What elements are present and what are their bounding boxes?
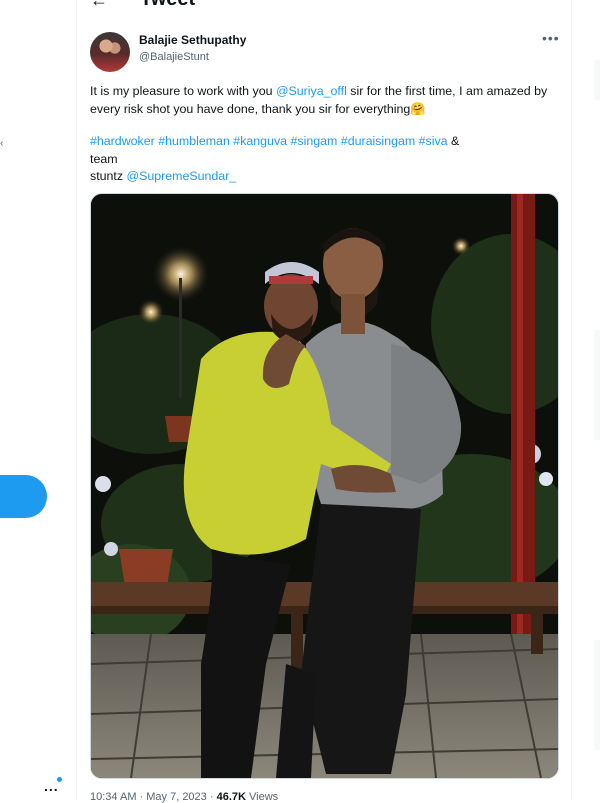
tweet-text: It is my pleasure to work with you @Suri… [90,83,560,118]
right-sidebar-edge [590,0,600,800]
author-handle[interactable]: @BalajieStunt [139,51,209,63]
back-arrow-icon[interactable]: ← [90,0,108,11]
more-options-icon[interactable]: ••• [542,30,560,46]
hug-emoji: 🤗 [410,101,426,116]
views-label: Views [245,791,279,803]
hashtag-link[interactable]: #duraisingam [341,134,415,148]
rail-icon-fragment[interactable]: ‹ [0,138,3,149]
post-button[interactable] [0,475,47,518]
left-navigation-rail: ‹ ... [0,0,76,800]
tweet-text-part: stuntz [90,169,127,183]
tweet-photo[interactable] [90,193,559,779]
tweet-metadata: 10:34 AM · May 7, 2023 · 46.7K Views [90,791,278,803]
mention-link[interactable]: @SupremeSundar_ [127,169,237,183]
page-title: Tweet [140,0,195,11]
tweet-text-part: & [451,134,460,148]
hashtag-line: #hardwoker #humbleman #kanguva #singam #… [90,133,560,186]
avatar[interactable] [90,32,130,72]
tweet-timestamp[interactable]: 10:34 AM · May 7, 2023 · [90,791,217,803]
mention-link[interactable]: @Suriya_offl [276,84,347,98]
views-count: 46.7K [216,791,246,803]
photo-illustration [91,194,558,778]
column-divider [76,0,77,800]
hashtag-link[interactable]: #kanguva [233,134,287,148]
tweet-text-part: It is my pleasure to work with you [90,84,276,98]
tweet-text-part: team [90,151,118,166]
hashtag-link[interactable]: #singam [291,134,338,148]
hashtag-link[interactable]: #humbleman [158,134,230,148]
author-name[interactable]: Balajie Sethupathy [139,33,246,47]
hashtag-link[interactable]: #hardwoker [90,134,155,148]
column-divider-right [571,0,572,800]
hashtag-link[interactable]: #siva [419,134,448,148]
notification-dot [57,777,62,782]
